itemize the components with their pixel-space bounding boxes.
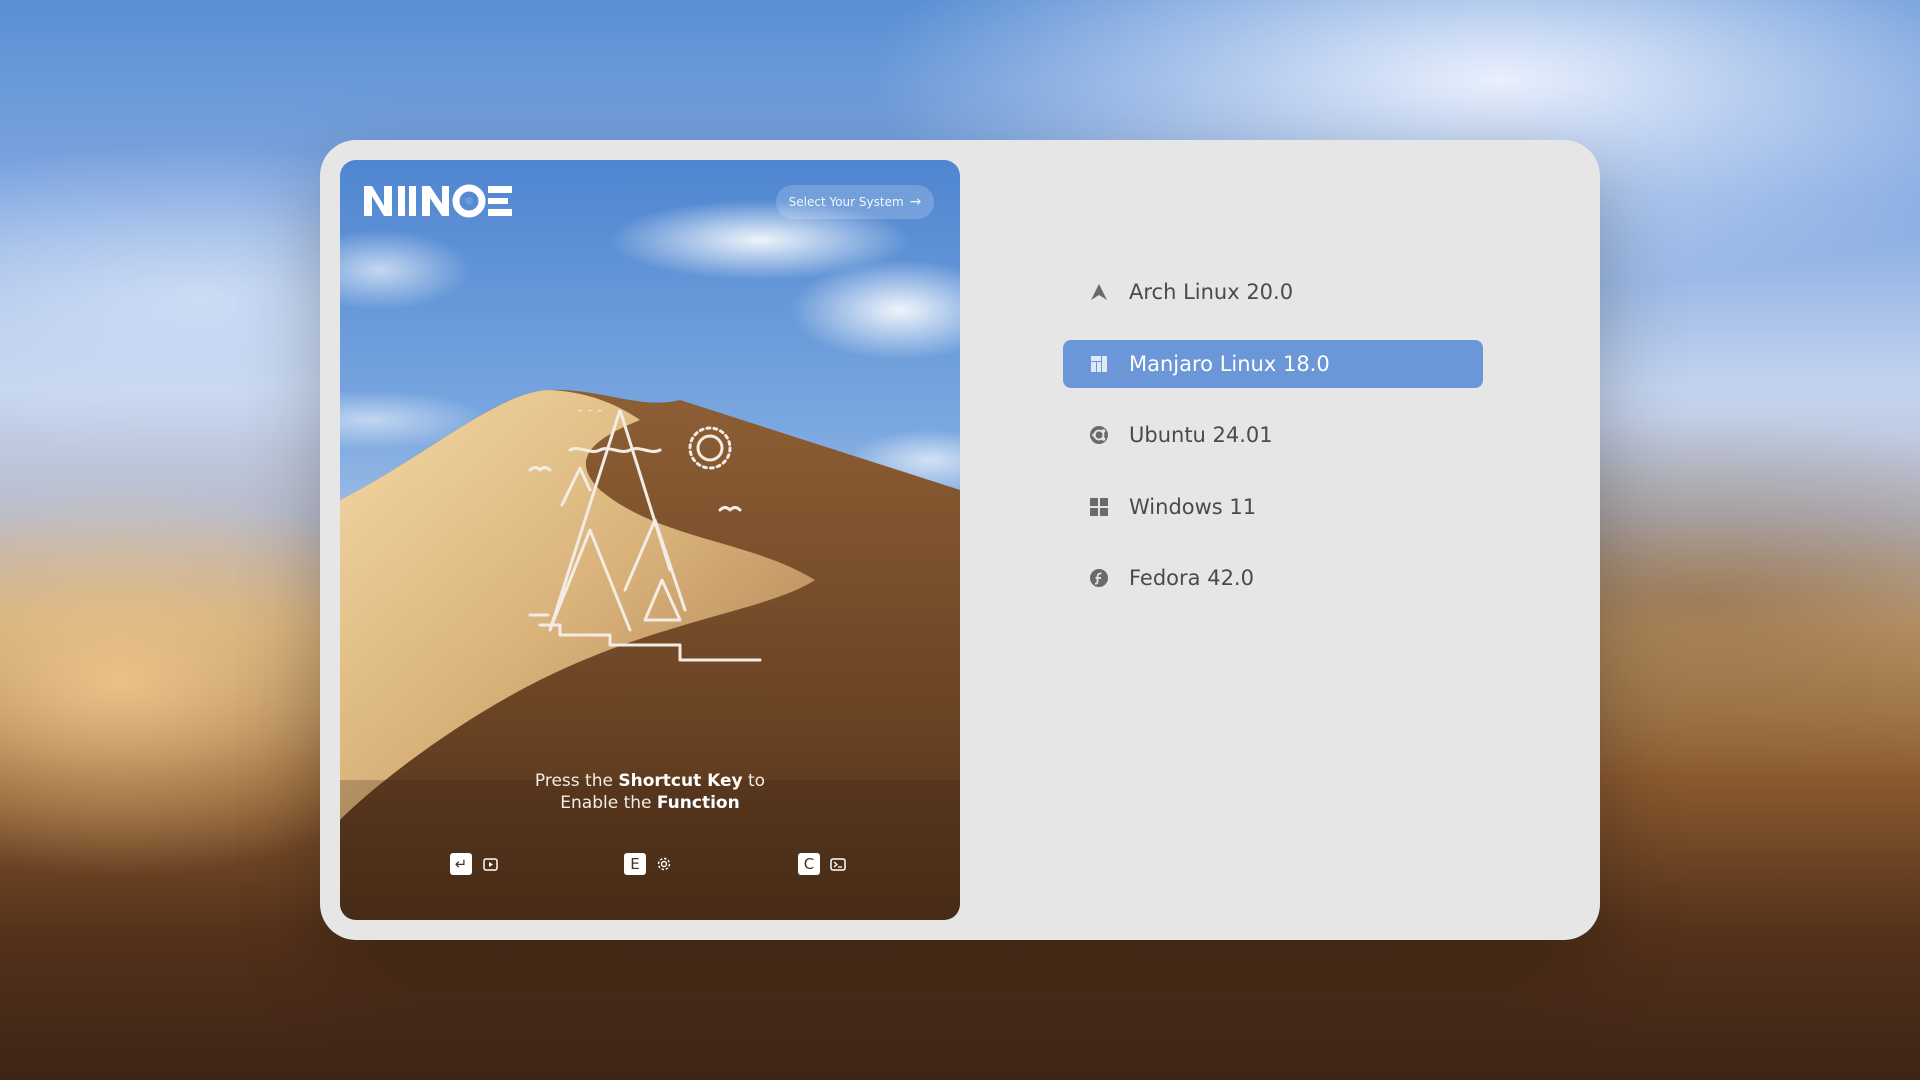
hero-panel: Select Your System → Press the Shortcut … — [340, 160, 960, 920]
c-key: C — [798, 853, 820, 875]
tagline-text: Enable the — [560, 793, 657, 813]
gear-icon — [656, 856, 672, 872]
arrow-right-icon: → — [909, 194, 922, 210]
tagline-text: to — [742, 771, 766, 791]
tagline-bold-text: Shortcut Key — [618, 771, 743, 791]
shortcut-boot[interactable]: ↵ — [450, 853, 498, 875]
nince-logo — [364, 184, 512, 218]
select-your-system-button[interactable]: Select Your System → — [776, 185, 934, 219]
shortcut-console[interactable]: C — [798, 853, 846, 875]
shortcut-hint-text: Press the Shortcut Key to Enable the Fun… — [340, 770, 960, 814]
os-item-arch-linux[interactable]: Arch Linux 20.0 — [1063, 268, 1483, 316]
enter-key: ↵ — [450, 853, 472, 875]
os-item-label: Ubuntu 24.01 — [1129, 423, 1273, 447]
os-item-manjaro-linux[interactable]: Manjaro Linux 18.0 — [1063, 339, 1483, 388]
os-item-label: Fedora 42.0 — [1129, 566, 1254, 590]
e-key: E — [624, 853, 646, 875]
os-item-label: Manjaro Linux 18.0 — [1129, 351, 1330, 376]
terminal-icon — [830, 856, 846, 872]
os-list: Arch Linux 20.0 Manjaro Linux 18.0 Ubunt… — [1063, 268, 1483, 626]
os-item-windows[interactable]: Windows 11 — [1063, 483, 1483, 531]
shortcut-bar: ↵ E C — [340, 853, 960, 883]
fedora-icon — [1088, 567, 1110, 589]
select-your-system-label: Select Your System — [788, 195, 904, 209]
tagline-bold-text: Function — [656, 793, 740, 813]
ubuntu-icon — [1088, 424, 1110, 446]
os-item-ubuntu[interactable]: Ubuntu 24.01 — [1063, 411, 1483, 459]
os-item-fedora[interactable]: Fedora 42.0 — [1063, 554, 1483, 602]
boot-menu-card: Select Your System → Press the Shortcut … — [320, 140, 1600, 940]
manjaro-icon — [1088, 353, 1110, 375]
mountain-illustration — [528, 410, 762, 662]
os-item-label: Arch Linux 20.0 — [1129, 280, 1294, 304]
windows-icon — [1088, 496, 1110, 518]
shortcut-edit[interactable]: E — [624, 853, 672, 875]
tagline-text: Press the — [534, 771, 619, 791]
play-icon — [482, 856, 498, 872]
arch-icon — [1088, 281, 1110, 303]
os-item-label: Windows 11 — [1129, 494, 1257, 519]
